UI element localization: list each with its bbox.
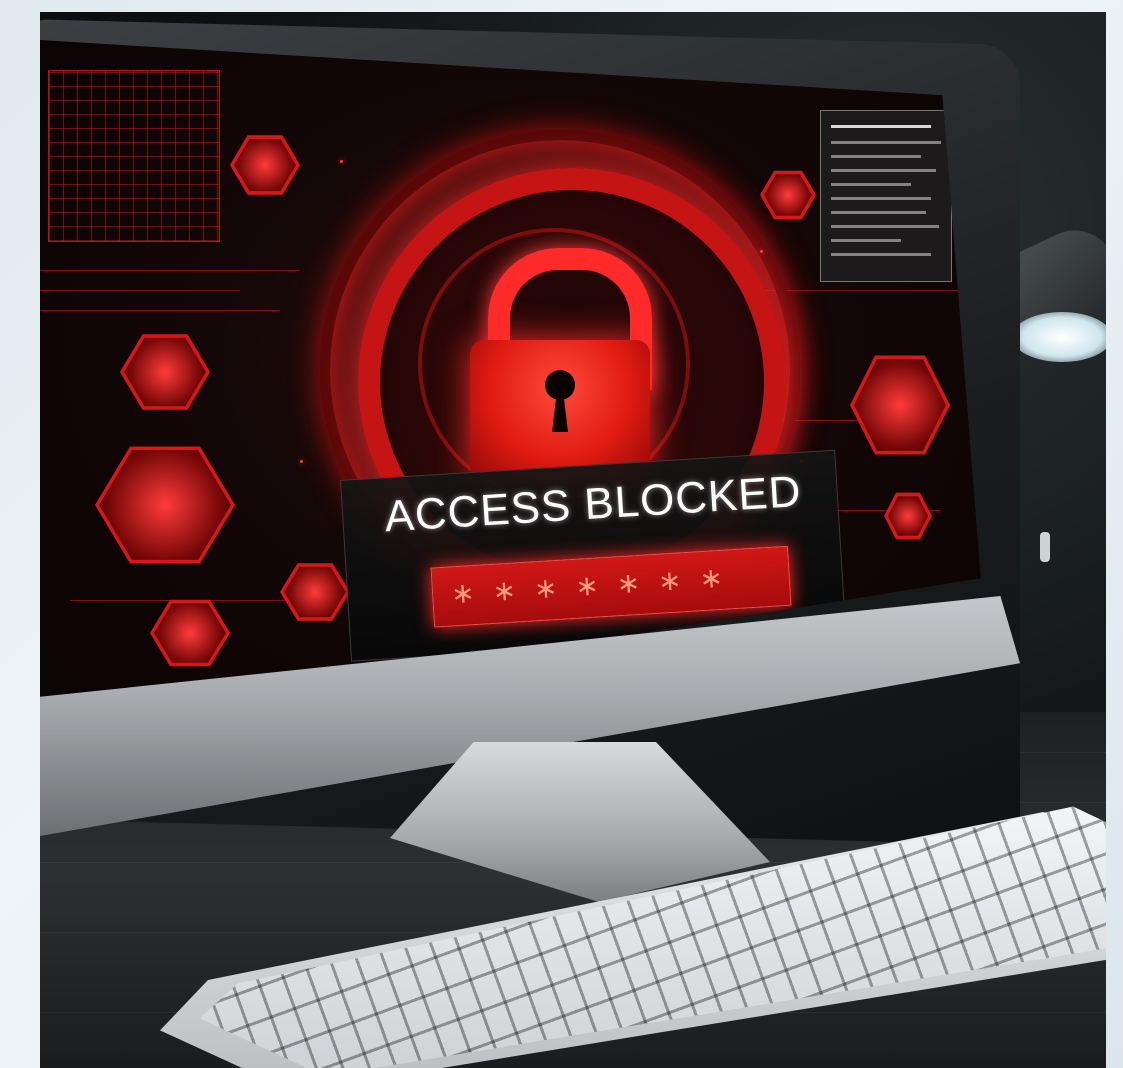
hexagon-icon [95, 446, 235, 564]
access-blocked-title: ACCESS BLOCKED [383, 466, 803, 542]
lamp-light [1012, 312, 1106, 362]
hexagon-icon [760, 170, 816, 220]
password-mask: ∗∗∗∗∗∗∗ [450, 559, 742, 611]
hexagon-icon [230, 135, 300, 195]
grid-panel [48, 70, 220, 242]
hexagon-icon [150, 599, 230, 667]
hexagon-icon [884, 492, 932, 540]
hexagon-icon [120, 334, 210, 410]
hexagon-icon [850, 355, 950, 455]
photo-scene: ACCESS BLOCKED ∗∗∗∗∗∗∗ [40, 12, 1106, 1068]
hexagon-icon [280, 563, 350, 621]
lamp-base [1040, 532, 1050, 562]
password-field[interactable]: ∗∗∗∗∗∗∗ [430, 545, 792, 628]
data-panel [820, 110, 952, 282]
